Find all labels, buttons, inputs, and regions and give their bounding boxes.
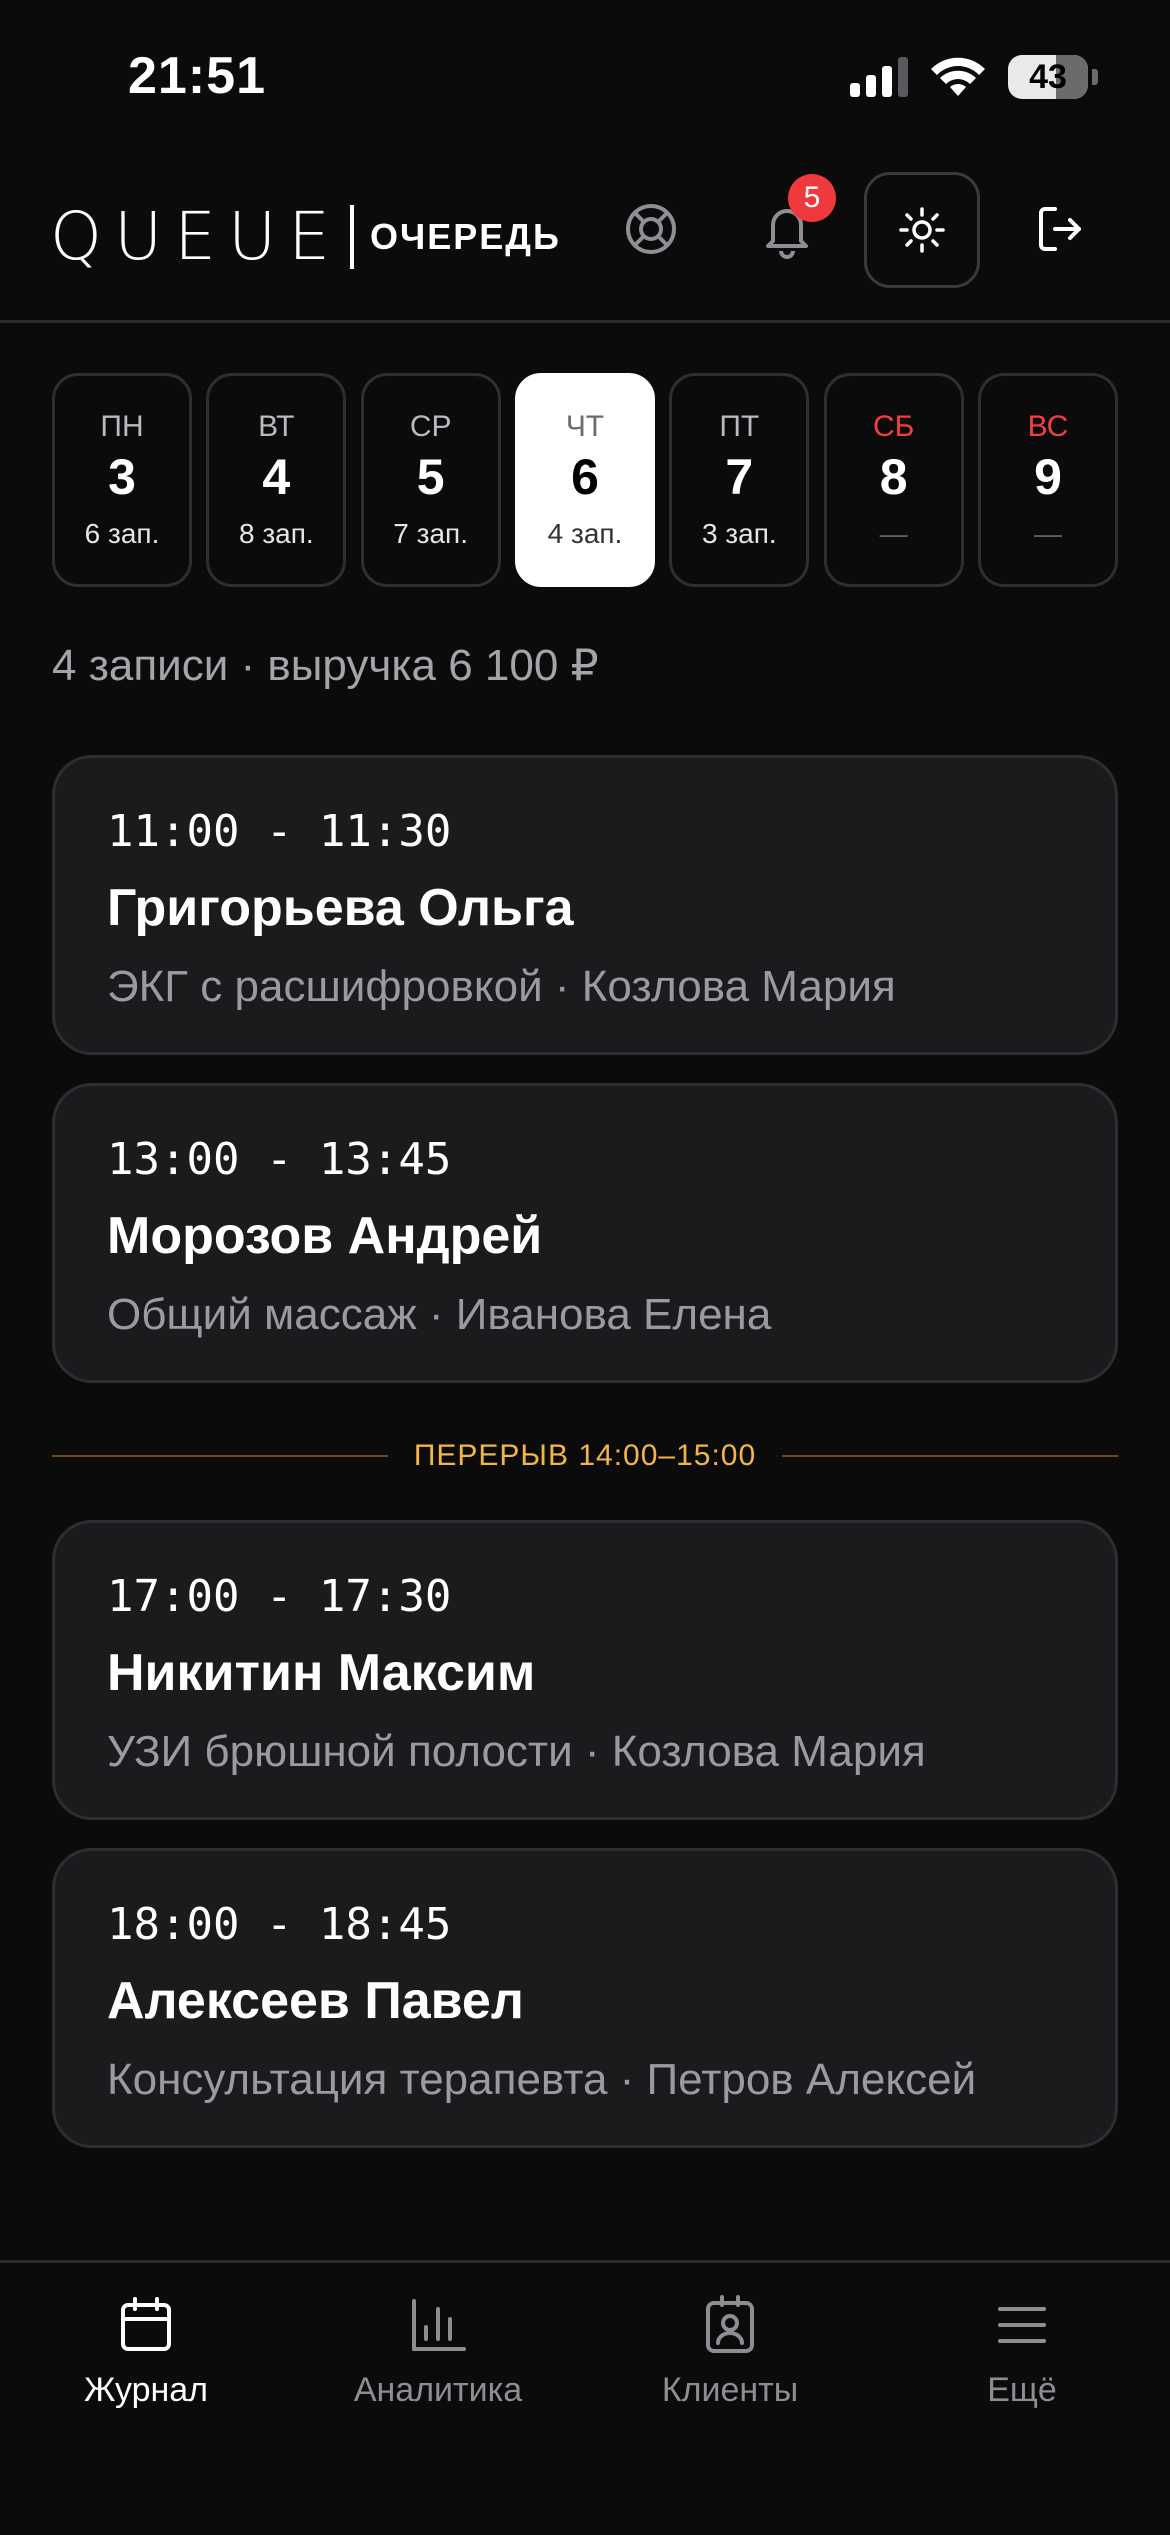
appointment-details: Общий массаж · Иванова Елена xyxy=(107,1290,772,1339)
day-number: 4 xyxy=(262,449,291,505)
menu-icon xyxy=(998,2307,1046,2343)
day-summary: 4 записи · выручка 6 100 ₽ xyxy=(52,641,599,690)
bottom-nav: Журнал Аналитика Клиенты Ещё xyxy=(0,2260,1170,2535)
week-day-selector: ПН 3 6 зап. ВТ 4 8 зап. СР 5 7 зап. ЧТ 6… xyxy=(52,373,1118,587)
appointment-client: Никитин Максим xyxy=(107,1644,536,1702)
day-number: 9 xyxy=(1034,449,1062,505)
day-name: ПН xyxy=(100,410,144,443)
day-name: СР xyxy=(409,410,452,443)
logo-text: QUEUE xyxy=(50,198,342,275)
day-name: ВТ xyxy=(258,410,295,443)
day-count: 8 зап. xyxy=(238,518,314,549)
app-logo[interactable]: QUEUE ОЧЕРЕДЬ xyxy=(50,198,561,275)
appointment-card[interactable]: 18:00 - 18:45 Алексеев Павел Консультаци… xyxy=(52,1848,1118,2148)
logout-button[interactable] xyxy=(1004,172,1118,286)
nav-analytics[interactable]: Аналитика xyxy=(292,2293,584,2410)
day-sat[interactable]: СБ 8 — xyxy=(823,373,964,587)
day-count: 4 зап. xyxy=(547,518,623,549)
day-number: 7 xyxy=(725,449,754,505)
nav-label: Журнал xyxy=(83,2371,209,2409)
contact-icon xyxy=(706,2295,754,2353)
logo-subtitle: ОЧЕРЕДЬ xyxy=(369,215,561,257)
break-line xyxy=(52,1455,388,1457)
appointment-card[interactable]: 17:00 - 17:30 Никитин Максим УЗИ брюшной… xyxy=(52,1520,1118,1820)
nav-journal[interactable]: Журнал xyxy=(0,2293,292,2410)
appointment-client: Григорьева Ольга xyxy=(107,879,574,937)
appointment-card[interactable]: 11:00 - 11:30 Григорьева Ольга ЭКГ с рас… xyxy=(52,755,1118,1055)
wifi-icon xyxy=(931,57,985,96)
day-name: ЧТ xyxy=(565,410,605,443)
appointment-details: УЗИ брюшной полости · Козлова Мария xyxy=(107,1727,926,1776)
appointment-details: Консультация терапевта · Петров Алексей xyxy=(107,2055,977,2104)
status-time: 21:51 xyxy=(128,47,266,105)
logout-icon xyxy=(1039,207,1081,251)
lifebuoy-icon xyxy=(626,204,676,254)
chart-icon xyxy=(412,2299,466,2351)
appointment-details: ЭКГ с расшифровкой · Козлова Мария xyxy=(107,962,896,1011)
appointment-time: 17:00 - 17:30 xyxy=(107,1571,452,1622)
break-line xyxy=(782,1455,1118,1457)
logo-divider xyxy=(349,204,354,269)
day-name: ВС xyxy=(1027,410,1069,443)
nav-label: Клиенты xyxy=(661,2371,799,2409)
appointment-time: 18:00 - 18:45 xyxy=(107,1899,452,1950)
day-count: — xyxy=(879,518,908,549)
nav-label: Аналитика xyxy=(353,2371,523,2409)
day-count: — xyxy=(1033,518,1062,549)
app-header: QUEUE ОЧЕРЕДЬ 5 xyxy=(0,150,1170,323)
nav-clients[interactable]: Клиенты xyxy=(584,2293,876,2410)
signal-icon xyxy=(850,57,908,97)
day-number: 3 xyxy=(108,449,136,505)
appointment-client: Алексеев Павел xyxy=(107,1972,524,2030)
battery-level: 43 xyxy=(1029,57,1067,96)
day-number: 8 xyxy=(879,449,908,505)
day-count: 6 зап. xyxy=(84,518,160,549)
appointment-time: 13:00 - 13:45 xyxy=(107,1134,452,1185)
nav-label: Ещё xyxy=(987,2371,1057,2409)
appointment-card[interactable]: 13:00 - 13:45 Морозов Андрей Общий масса… xyxy=(52,1083,1118,1383)
day-count: 7 зап. xyxy=(393,518,468,549)
day-fri[interactable]: ПТ 7 3 зап. xyxy=(669,373,810,587)
status-icons: 43 xyxy=(850,52,1098,102)
sun-icon xyxy=(899,207,945,253)
day-wed[interactable]: СР 5 7 зап. xyxy=(360,373,501,587)
battery-icon: 43 xyxy=(1008,55,1088,99)
break-label: ПЕРЕРЫВ 14:00–15:00 xyxy=(413,1439,757,1472)
day-count: 3 зап. xyxy=(701,518,777,549)
day-thu[interactable]: ЧТ 6 4 зап. xyxy=(514,373,655,587)
appointment-client: Морозов Андрей xyxy=(107,1207,543,1265)
help-button[interactable] xyxy=(594,172,708,286)
day-name: ПТ xyxy=(719,410,760,443)
day-name: СБ xyxy=(872,410,915,443)
nav-more[interactable]: Ещё xyxy=(876,2293,1168,2410)
break-divider: ПЕРЕРЫВ 14:00–15:00 xyxy=(52,1436,1118,1476)
day-number: 5 xyxy=(416,449,445,505)
day-tue[interactable]: ВТ 4 8 зап. xyxy=(206,373,347,587)
theme-toggle-button[interactable] xyxy=(864,172,980,288)
day-mon[interactable]: ПН 3 6 зап. xyxy=(52,373,192,587)
appointment-time: 11:00 - 11:30 xyxy=(107,806,452,857)
notifications-button[interactable]: 5 xyxy=(730,172,844,286)
day-number: 6 xyxy=(571,449,599,505)
notification-badge: 5 xyxy=(788,174,836,222)
status-bar: 21:51 43 xyxy=(0,0,1170,150)
calendar-icon xyxy=(121,2297,171,2351)
day-sun[interactable]: ВС 9 — xyxy=(977,373,1118,587)
